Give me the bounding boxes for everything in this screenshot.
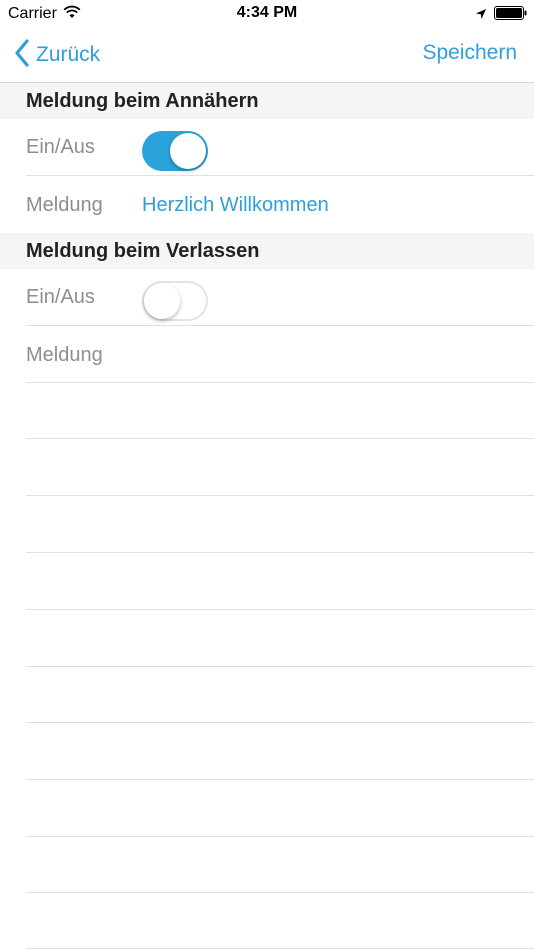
toggle-label: Ein/Aus [26, 286, 95, 308]
battery-icon [494, 6, 528, 25]
empty-row-divider [26, 722, 534, 723]
toggle-label: Ein/Aus [26, 136, 95, 158]
back-label: Zurück [36, 43, 101, 66]
empty-row-divider [26, 836, 534, 837]
location-arrow-icon [475, 7, 487, 25]
toggle-row-leave: Ein/Aus [0, 269, 534, 326]
approach-message-value[interactable]: Herzlich Willkommen [142, 194, 329, 217]
empty-row-divider [26, 779, 534, 780]
empty-row-divider [26, 948, 534, 949]
empty-row-divider [26, 666, 534, 667]
toggle-knob [170, 133, 206, 169]
empty-row-divider [26, 552, 534, 553]
status-time: 4:34 PM [236, 4, 298, 21]
leave-toggle[interactable] [142, 281, 208, 321]
empty-row-divider [26, 892, 534, 893]
status-bar: Carrier 4:34 PM [0, 0, 534, 28]
empty-row-divider [26, 609, 534, 610]
approach-toggle[interactable] [142, 131, 208, 171]
toggle-row-approach: Ein/Aus [0, 119, 534, 176]
message-label: Meldung [26, 344, 103, 366]
message-row-approach[interactable]: Meldung Herzlich Willkommen [0, 176, 534, 233]
section-title: Meldung beim Annähern [26, 90, 259, 112]
chevron-left-icon [14, 38, 30, 72]
divider [26, 382, 534, 383]
empty-row-divider [26, 495, 534, 496]
section-header-approach: Meldung beim Annähern [0, 83, 534, 119]
empty-row-divider [26, 438, 534, 439]
section-header-leave: Meldung beim Verlassen [0, 233, 534, 269]
message-label: Meldung [26, 194, 103, 216]
back-button[interactable]: Zurück [14, 38, 100, 72]
section-title: Meldung beim Verlassen [26, 240, 260, 262]
save-button[interactable]: Speichern [422, 41, 517, 65]
toggle-knob [144, 283, 180, 319]
message-row-leave[interactable]: Meldung [0, 326, 534, 383]
navigation-bar: Zurück Speichern [0, 28, 534, 83]
